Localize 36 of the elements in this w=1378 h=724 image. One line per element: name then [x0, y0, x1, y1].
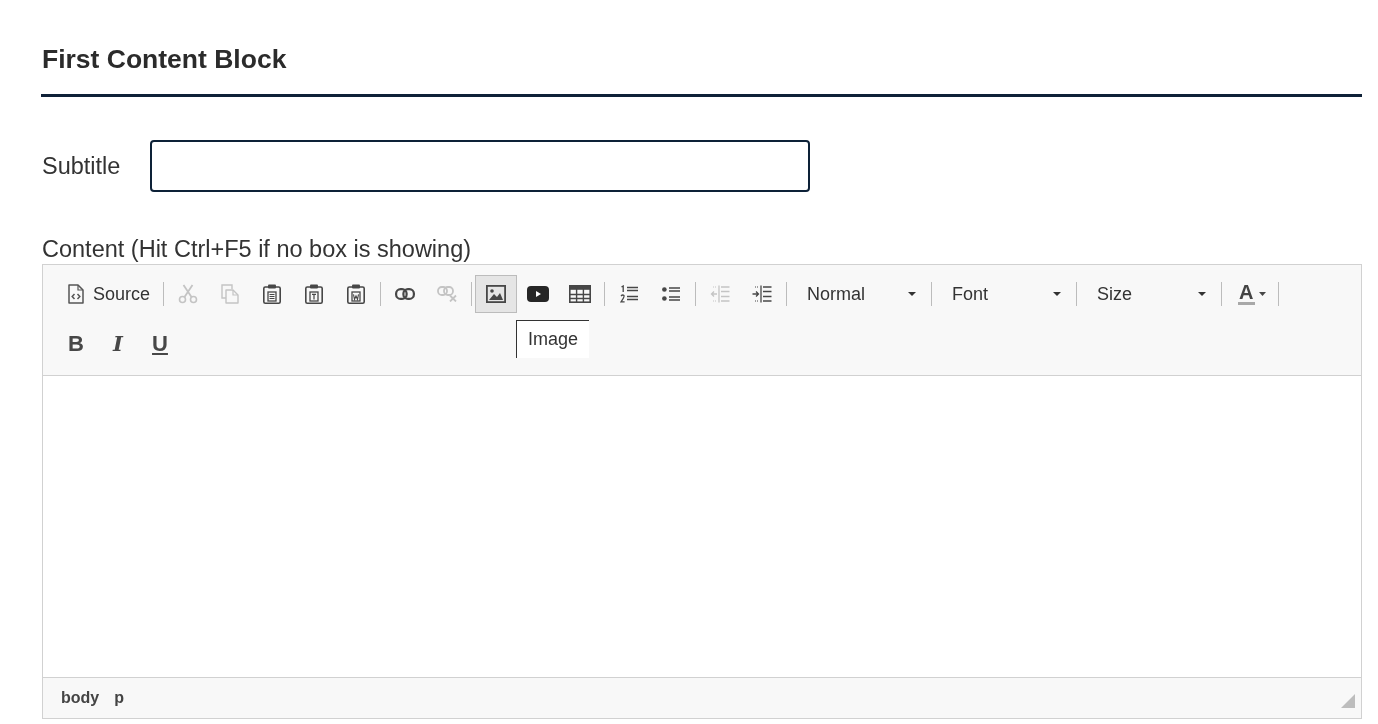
- link-icon: [395, 288, 416, 300]
- toolbar-dropdown[interactable]: Normal: [790, 275, 929, 313]
- clipboard-word-icon: [346, 284, 367, 304]
- caret-icon: [1053, 292, 1062, 296]
- image-button[interactable]: [475, 275, 518, 313]
- caret-icon: [1198, 292, 1207, 296]
- subtitle-input[interactable]: [150, 140, 811, 192]
- italic-button[interactable]: I: [97, 325, 139, 363]
- copy-icon: [221, 284, 240, 304]
- text-color-button[interactable]: A: [1225, 275, 1275, 313]
- numbered-list-icon: [620, 285, 639, 303]
- play-icon: [527, 286, 550, 302]
- caret-icon: [908, 292, 917, 296]
- outdent-icon: [710, 285, 731, 303]
- toolbar-dropdown[interactable]: Size: [1080, 275, 1219, 313]
- source-button[interactable]: Source: [55, 275, 161, 313]
- table-icon: [569, 285, 592, 303]
- image-icon: [486, 285, 507, 303]
- tooltip: Image: [516, 320, 590, 358]
- toolbar-dropdown[interactable]: Font: [935, 275, 1074, 313]
- indent-icon: [752, 285, 773, 303]
- element-path-link[interactable]: p: [114, 689, 124, 707]
- section-title: First Content Block: [42, 44, 287, 74]
- clipboard-text-icon: [304, 284, 325, 304]
- element-path-link[interactable]: body: [61, 689, 100, 707]
- resize-handle-icon[interactable]: [1341, 694, 1355, 708]
- bulleted-list-icon: [662, 286, 681, 302]
- code-document-icon: [68, 284, 84, 304]
- scissors-icon: [178, 284, 199, 304]
- underline-button[interactable]: U: [139, 325, 181, 363]
- clipboard-icon: [262, 284, 283, 304]
- unlink-icon: [437, 286, 458, 302]
- bold-button[interactable]: B: [55, 325, 97, 363]
- caret-icon: [1258, 292, 1266, 296]
- field-label: Subtitle: [42, 152, 121, 180]
- field-label: Content (Hit Ctrl+F5 if no box is showing): [42, 235, 472, 263]
